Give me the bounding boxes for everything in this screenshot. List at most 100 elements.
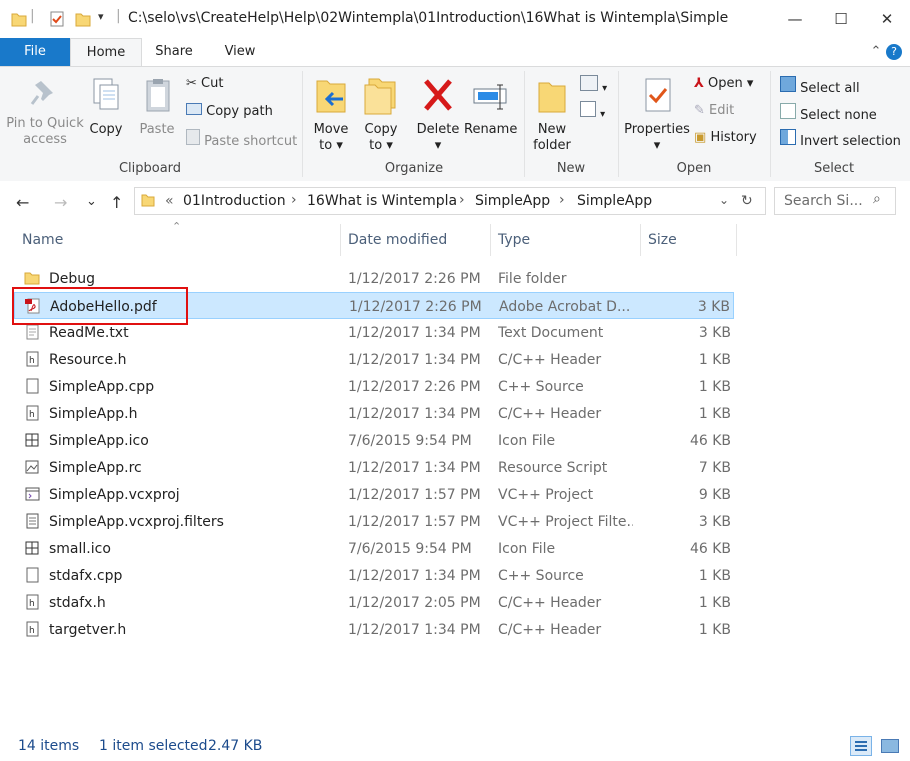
delete-button[interactable]: Delete ▾ bbox=[416, 75, 460, 154]
collapse-ribbon-icon[interactable]: ⌃ bbox=[868, 38, 884, 66]
properties-icon[interactable] bbox=[48, 10, 66, 28]
file-name[interactable]: SimpleApp.vcxproj bbox=[49, 487, 180, 503]
svg-text:h: h bbox=[29, 626, 35, 636]
minimize-button[interactable]: — bbox=[772, 0, 818, 38]
select-all-button[interactable]: Select all bbox=[780, 76, 860, 96]
file-size: 7 KB bbox=[698, 460, 731, 476]
qa-separator: | bbox=[30, 8, 35, 24]
tab-home[interactable]: Home bbox=[70, 38, 142, 67]
file-name[interactable]: SimpleApp.cpp bbox=[49, 379, 154, 395]
large-icons-view-icon[interactable] bbox=[878, 736, 900, 756]
file-name[interactable]: stdafx.h bbox=[49, 595, 106, 611]
search-icon[interactable]: ⌕ bbox=[873, 191, 881, 207]
column-header-type[interactable]: Type bbox=[498, 232, 530, 248]
new-folder-icon[interactable] bbox=[74, 10, 92, 28]
file-row[interactable]: small.ico 7/6/2015 9:54 PM Icon File 46 KB bbox=[14, 535, 734, 562]
new-item-button[interactable]: ▾ bbox=[580, 75, 607, 95]
file-row[interactable]: SimpleApp.vcxproj 1/12/2017 1:57 PM VC++ P… bbox=[14, 481, 734, 508]
file-row[interactable]: h targetver.h 1/12/2017 1:34 PM C/C++ Heade… bbox=[14, 616, 734, 643]
new-folder-button[interactable]: New folder bbox=[530, 75, 574, 154]
refresh-icon[interactable]: ↻ bbox=[741, 193, 753, 209]
column-header-date[interactable]: Date modified bbox=[348, 232, 447, 248]
file-row[interactable]: h SimpleApp.h 1/12/2017 1:34 PM C/C++ Heade… bbox=[14, 400, 734, 427]
invert-selection-button[interactable]: Invert selection bbox=[780, 129, 901, 149]
properties-dropdown-icon[interactable]: ▾ bbox=[654, 138, 661, 153]
cut-button[interactable]: ✂ Cut bbox=[186, 76, 223, 91]
breadcrumb-separator-icon[interactable]: › bbox=[459, 192, 465, 208]
easy-access-button[interactable]: ▾ bbox=[580, 101, 605, 121]
search-box[interactable]: Search Si... ⌕ bbox=[774, 187, 896, 215]
breadcrumb-item[interactable]: SimpleApp bbox=[475, 193, 550, 209]
address-bar[interactable]: « 01Introduction › 16What is Wintempla ›… bbox=[134, 187, 766, 215]
delete-label: Delete bbox=[416, 122, 460, 137]
delete-dropdown-icon[interactable]: ▾ bbox=[435, 138, 442, 153]
new-item-icon bbox=[580, 75, 598, 91]
paste-shortcut-button[interactable]: Paste shortcut bbox=[186, 129, 297, 149]
file-name[interactable]: stdafx.cpp bbox=[49, 568, 122, 584]
details-view-icon[interactable] bbox=[850, 736, 872, 756]
window-title: C:\selo\vs\CreateHelp\Help\02Wintempla\0… bbox=[128, 10, 728, 26]
help-icon[interactable]: ? bbox=[886, 44, 902, 60]
search-input[interactable]: Search Si... bbox=[784, 193, 863, 209]
column-divider[interactable] bbox=[736, 224, 737, 256]
file-row[interactable]: h stdafx.h 1/12/2017 2:05 PM C/C++ Header 1 … bbox=[14, 589, 734, 616]
file-row[interactable]: SimpleApp.cpp 1/12/2017 2:26 PM C++ Source… bbox=[14, 373, 734, 400]
rename-button[interactable]: Rename bbox=[464, 75, 517, 138]
paste-shortcut-icon bbox=[186, 129, 200, 145]
tab-share[interactable]: Share bbox=[146, 38, 202, 66]
customize-qa-icon[interactable]: ▾ bbox=[98, 10, 116, 28]
file-row[interactable]: SimpleApp.ico 7/6/2015 9:54 PM Icon File 46… bbox=[14, 427, 734, 454]
file-row[interactable]: SimpleApp.vcxproj.filters 1/12/2017 1:57 … bbox=[14, 508, 734, 535]
column-divider[interactable] bbox=[490, 224, 491, 256]
file-row[interactable]: h Resource.h 1/12/2017 1:34 PM C/C++ Header… bbox=[14, 346, 734, 373]
edit-button[interactable]: ✎ Edit bbox=[694, 103, 734, 118]
breadcrumb-separator-icon[interactable]: › bbox=[291, 192, 297, 208]
file-name[interactable]: targetver.h bbox=[49, 622, 126, 638]
open-button[interactable]: ⅄ Open ▾ bbox=[694, 76, 753, 91]
delete-icon bbox=[424, 79, 452, 111]
up-button[interactable]: ↑ bbox=[110, 193, 123, 212]
tab-view[interactable]: View bbox=[212, 38, 268, 66]
scissors-icon: ✂ bbox=[186, 76, 197, 91]
breadcrumb-item[interactable]: 01Introduction bbox=[183, 193, 286, 209]
file-name[interactable]: SimpleApp.rc bbox=[49, 460, 142, 476]
tab-file[interactable]: File bbox=[0, 38, 70, 66]
select-none-button[interactable]: Select none bbox=[780, 103, 877, 123]
back-button[interactable]: ← bbox=[16, 193, 29, 212]
recent-locations-button[interactable]: ⌄ bbox=[86, 194, 97, 209]
new-item-dropdown-icon: ▾ bbox=[602, 83, 608, 94]
column-divider[interactable] bbox=[640, 224, 641, 256]
file-name[interactable]: Debug bbox=[49, 271, 95, 287]
file-name[interactable]: SimpleApp.h bbox=[49, 406, 137, 422]
pin-quick-access-button[interactable]: Pin to Quick access bbox=[6, 77, 84, 148]
file-row[interactable]: stdafx.cpp 1/12/2017 1:34 PM C++ Source 1 K… bbox=[14, 562, 734, 589]
file-name[interactable]: SimpleApp.ico bbox=[49, 433, 149, 449]
breadcrumb-item[interactable]: SimpleApp bbox=[577, 193, 652, 209]
copy-path-button[interactable]: Copy path bbox=[186, 103, 273, 119]
maximize-button[interactable]: ☐ bbox=[818, 0, 864, 38]
file-date: 1/12/2017 1:57 PM bbox=[348, 487, 481, 503]
copy-button[interactable]: Copy bbox=[88, 77, 124, 138]
select-none-icon bbox=[780, 103, 796, 119]
file-name[interactable]: ReadMe.txt bbox=[49, 325, 129, 341]
forward-button[interactable]: → bbox=[54, 193, 67, 212]
properties-button[interactable]: Properties ▾ bbox=[624, 75, 690, 154]
paste-button[interactable]: Paste bbox=[136, 77, 178, 138]
breadcrumb-overflow[interactable]: « bbox=[165, 193, 174, 209]
breadcrumb-separator-icon[interactable]: › bbox=[559, 192, 565, 208]
file-name[interactable]: Resource.h bbox=[49, 352, 127, 368]
folder-icon bbox=[24, 272, 40, 285]
column-divider[interactable] bbox=[340, 224, 341, 256]
file-row[interactable]: SimpleApp.rc 1/12/2017 1:34 PM Resource Sc… bbox=[14, 454, 734, 481]
breadcrumb-item[interactable]: 16What is Wintempla bbox=[307, 193, 457, 209]
move-to-button[interactable]: Move to ▾ bbox=[310, 75, 352, 154]
file-name[interactable]: SimpleApp.vcxproj.filters bbox=[49, 514, 224, 530]
address-dropdown-icon[interactable]: ⌄ bbox=[719, 193, 729, 207]
file-name[interactable]: small.ico bbox=[49, 541, 111, 557]
column-header-name[interactable]: Name bbox=[22, 232, 63, 248]
column-header-size[interactable]: Size bbox=[648, 232, 677, 248]
history-button[interactable]: ▣ History bbox=[694, 130, 757, 145]
ribbon-divider bbox=[770, 71, 771, 177]
close-button[interactable]: ✕ bbox=[864, 0, 910, 38]
copy-to-button[interactable]: Copy to ▾ bbox=[360, 75, 402, 154]
